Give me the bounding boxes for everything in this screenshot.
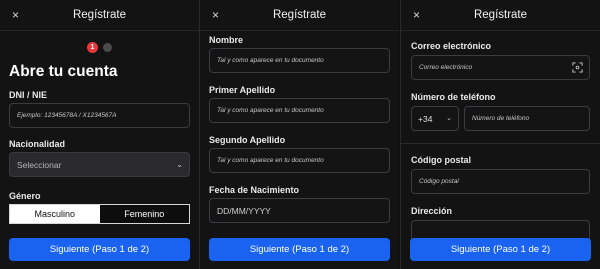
page-title: Regístrate: [473, 9, 528, 21]
address-label: Dirección: [411, 206, 453, 216]
first-name-input[interactable]: Tal y como aparece en tu documento: [209, 48, 390, 73]
header: × Regístrate: [200, 0, 399, 31]
birthdate-label: Fecha de Nacimiento: [209, 185, 300, 195]
chevron-down-icon: ⌄: [446, 115, 452, 122]
first-surname-label: Primer Apellido: [209, 85, 276, 95]
next-button[interactable]: Siguiente (Paso 1 de 2): [209, 238, 390, 261]
gender-label: Género: [9, 191, 41, 201]
signup-panel-2: × Regístrate Nombre Tal y como aparece e…: [200, 0, 399, 269]
step-indicator: 1: [87, 42, 117, 54]
postal-placeholder: Código postal: [419, 178, 459, 185]
second-surname-label: Segundo Apellido: [209, 135, 286, 145]
dni-placeholder: Ejemplo: 12345678A / X1234567A: [17, 112, 117, 119]
email-placeholder: Correo electrónico: [419, 64, 473, 71]
next-button[interactable]: Siguiente (Paso 1 de 2): [9, 238, 190, 261]
nationality-value: Seleccionar: [17, 160, 62, 170]
page-title: Regístrate: [72, 9, 127, 21]
header: × Regístrate: [401, 0, 600, 31]
phone-label: Número de teléfono: [411, 92, 496, 102]
phone-input[interactable]: Número de teléfono: [464, 106, 590, 131]
birthdate-placeholder: DD/MM/YYYY: [217, 206, 271, 216]
step-2-dot: [103, 43, 112, 52]
first-surname-placeholder: Tal y como aparece en tu documento: [217, 107, 324, 114]
phone-prefix-value: +34: [418, 114, 433, 124]
second-surname-placeholder: Tal y como aparece en tu documento: [217, 157, 324, 164]
page-title: Regístrate: [272, 9, 327, 21]
next-button[interactable]: Siguiente (Paso 1 de 2): [410, 238, 591, 261]
nationality-select[interactable]: Seleccionar ⌄: [9, 152, 190, 177]
first-name-placeholder: Tal y como aparece en tu documento: [217, 57, 324, 64]
email-label: Correo electrónico: [411, 41, 492, 51]
signup-panel-3: × Regístrate Correo electrónico Correo e…: [401, 0, 600, 269]
nationality-label: Nacionalidad: [9, 139, 66, 149]
chevron-down-icon: ⌄: [176, 160, 183, 169]
second-surname-input[interactable]: Tal y como aparece en tu documento: [209, 148, 390, 173]
gender-option-female[interactable]: Femenino: [99, 205, 189, 223]
gender-option-male[interactable]: Masculino: [10, 205, 100, 223]
phone-prefix-select[interactable]: +34 ⌄: [411, 106, 459, 131]
phone-placeholder: Número de teléfono: [472, 115, 530, 122]
header: × Regístrate: [0, 0, 199, 31]
gender-toggle: Masculino Femenino: [9, 204, 190, 224]
scan-icon[interactable]: [572, 62, 583, 73]
step-1-dot: 1: [87, 42, 98, 53]
first-surname-input[interactable]: Tal y como aparece en tu documento: [209, 98, 390, 123]
first-name-label: Nombre: [209, 35, 244, 45]
section-divider: [401, 143, 600, 144]
heading: Abre tu cuenta: [9, 63, 118, 80]
signup-panel-1: × Regístrate 1 Abre tu cuenta DNI / NIE …: [0, 0, 199, 269]
dni-input[interactable]: Ejemplo: 12345678A / X1234567A: [9, 103, 190, 128]
dni-label: DNI / NIE: [9, 90, 48, 100]
postal-label: Código postal: [411, 155, 471, 165]
birthdate-input[interactable]: DD/MM/YYYY: [209, 198, 390, 223]
postal-input[interactable]: Código postal: [411, 169, 590, 194]
email-input[interactable]: Correo electrónico: [411, 55, 590, 80]
